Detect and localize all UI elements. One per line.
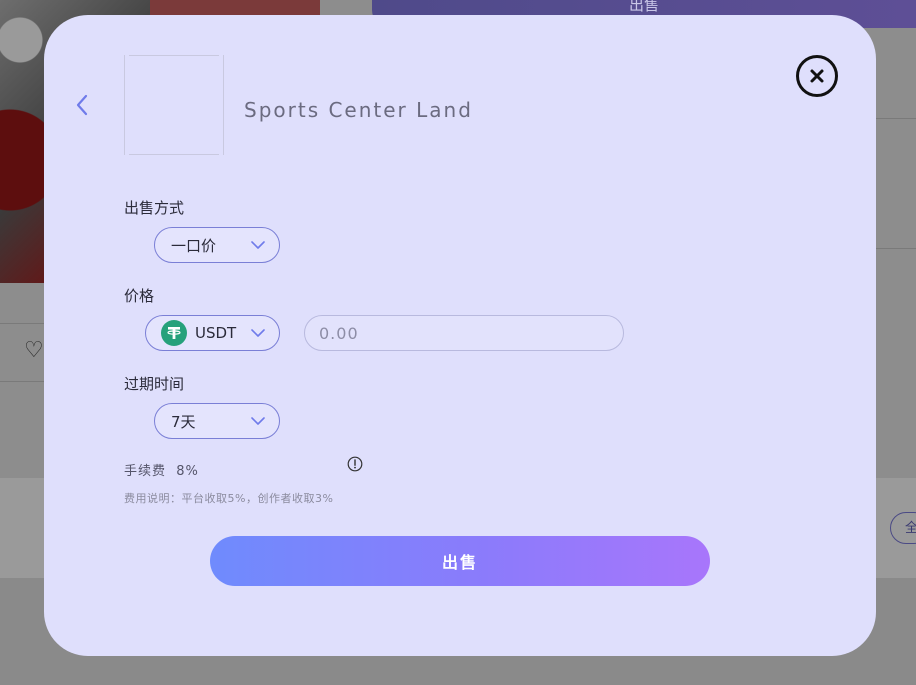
- expiry-select[interactable]: 7天: [154, 403, 280, 439]
- back-chevron-icon[interactable]: [74, 93, 90, 117]
- info-icon[interactable]: [347, 456, 363, 472]
- sell-button[interactable]: 出售: [210, 536, 710, 586]
- usdt-icon: [161, 320, 187, 346]
- close-icon[interactable]: [796, 55, 838, 97]
- tether-glyph: [167, 327, 181, 339]
- filter-pill: 全: [890, 512, 916, 544]
- sale-method-value: 一口价: [171, 236, 217, 255]
- divider: [0, 381, 44, 382]
- heart-icon: ♡: [24, 338, 44, 363]
- chevron-down-icon: [251, 240, 265, 249]
- expiry-label: 过期时间: [124, 375, 185, 393]
- chevron-down-icon: [251, 328, 265, 337]
- fee-note: 费用说明：平台收取5%，创作者收取3%: [124, 492, 334, 505]
- expiry-value: 7天: [171, 412, 196, 431]
- fee-text: 手续费 8%: [124, 464, 199, 479]
- sale-method-select[interactable]: 一口价: [154, 227, 280, 263]
- item-title: Sports Center Land: [244, 98, 473, 122]
- price-input[interactable]: [304, 315, 624, 351]
- chevron-down-icon: [251, 416, 265, 425]
- divider: [876, 248, 916, 249]
- close-x-glyph: [810, 69, 824, 83]
- divider: [876, 118, 916, 119]
- sale-method-label: 出售方式: [124, 199, 185, 217]
- background-sell-label: 出售: [628, 0, 659, 14]
- sell-modal: Sports Center Land 出售方式 一口价 价格 USDT 过期时间: [44, 15, 876, 656]
- filter-pill-label: 全: [905, 521, 916, 536]
- currency-select[interactable]: USDT: [145, 315, 280, 351]
- price-label: 价格: [124, 287, 155, 305]
- item-thumbnail: [124, 55, 224, 155]
- divider: [0, 323, 44, 324]
- currency-value: USDT: [195, 324, 237, 342]
